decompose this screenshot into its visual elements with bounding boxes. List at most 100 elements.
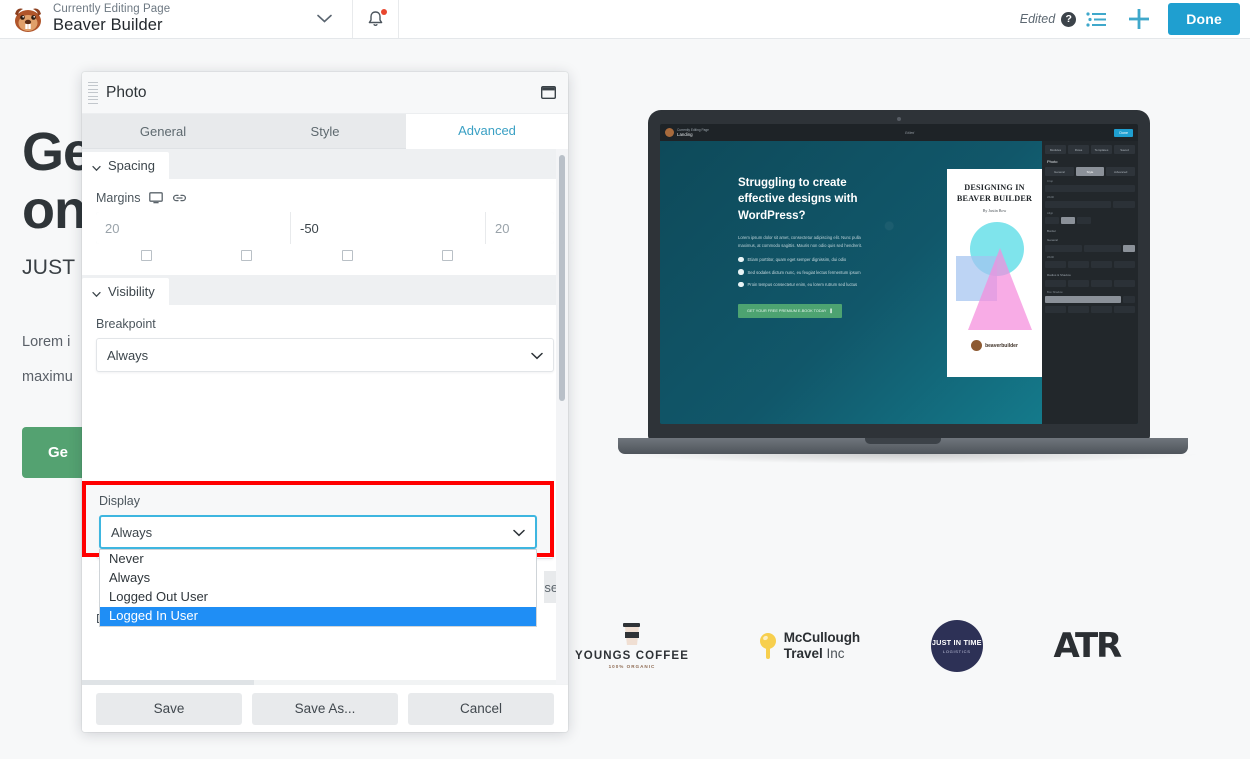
- laptop-shadow: [618, 454, 1203, 464]
- visibility-section-body: Breakpoint Always: [82, 305, 568, 386]
- outline-list-icon[interactable]: [1076, 0, 1118, 39]
- breakpoint-label: Breakpoint: [96, 317, 156, 331]
- display-option-never[interactable]: Never: [100, 550, 536, 569]
- display-option-logged-in-user[interactable]: Logged In User: [100, 607, 536, 627]
- mockup-panel-tabs: General Style Advanced: [1045, 167, 1136, 176]
- responsive-device-icon[interactable]: [149, 192, 164, 204]
- drag-handle-icon[interactable]: [88, 81, 98, 104]
- save-as-button[interactable]: Save As...: [252, 692, 398, 725]
- mockup-tab-general[interactable]: General: [1045, 167, 1074, 176]
- mockup-field-label: Width: [1047, 255, 1055, 259]
- done-button[interactable]: Done: [1168, 3, 1240, 35]
- mockup-shadow-swatch[interactable]: [1123, 296, 1135, 303]
- laptop-camera-icon: [897, 117, 901, 121]
- responsive-toggle-right-icon[interactable]: [241, 250, 253, 261]
- section-label: Spacing: [108, 158, 155, 173]
- mockup-field-row: [1045, 280, 1135, 287]
- admin-bar-brand[interactable]: Currently Editing Page Beaver Builder: [0, 0, 353, 38]
- mockup-nav-modules[interactable]: Modules: [1045, 145, 1066, 154]
- mockup-unit[interactable]: [1113, 201, 1135, 208]
- mockup-cta-button[interactable]: GET YOUR FREE PREMIUM E-BOOK TODAY ▌: [738, 304, 843, 319]
- mockup-input[interactable]: [1091, 306, 1112, 313]
- mockup-bullet-text: Sed sodales dictum nunc, eu feugiat lect…: [747, 269, 861, 275]
- ebook-brand-text: beaverbuilder: [985, 342, 1018, 349]
- tab-style[interactable]: Style: [244, 114, 406, 148]
- responsive-toggle-top-icon[interactable]: [140, 250, 152, 261]
- mockup-align-right[interactable]: [1077, 217, 1091, 224]
- mockup-nav-templates[interactable]: Templates: [1091, 145, 1112, 154]
- display-option-logged-out-user[interactable]: Logged Out User: [100, 588, 536, 607]
- ebook-author: By Justin Bow: [982, 208, 1007, 213]
- panel-title: Photo: [106, 83, 147, 101]
- mockup-field-row: [1045, 217, 1135, 224]
- mockup-input[interactable]: [1091, 280, 1112, 287]
- mockup-color-swatch[interactable]: [1123, 245, 1135, 252]
- panel-tabs: General Style Advanced: [82, 114, 568, 149]
- notifications-button[interactable]: [353, 0, 399, 38]
- mockup-input[interactable]: [1045, 261, 1066, 268]
- mockup-done-button[interactable]: Done: [1114, 128, 1133, 137]
- section-tab-spacing[interactable]: Spacing: [82, 152, 169, 179]
- mockup-nav-saved[interactable]: Saved: [1114, 145, 1135, 154]
- section-header-spacing[interactable]: Spacing: [82, 149, 568, 179]
- margin-bottom-input[interactable]: [486, 212, 554, 244]
- save-button[interactable]: Save: [96, 692, 242, 725]
- beaver-brand-icon: [971, 340, 983, 351]
- mockup-nav-rows[interactable]: Rows: [1068, 145, 1089, 154]
- margin-top-input[interactable]: [96, 212, 291, 244]
- mockup-color-select[interactable]: [1084, 245, 1121, 252]
- tab-advanced[interactable]: Advanced: [406, 114, 568, 149]
- link-values-icon[interactable]: [172, 192, 187, 204]
- mockup-field-row: [1045, 245, 1135, 252]
- mockup-input[interactable]: [1068, 280, 1089, 287]
- mockup-cta-label: GET YOUR FREE PREMIUM E-BOOK TODAY: [747, 309, 827, 314]
- mockup-input[interactable]: [1068, 261, 1089, 268]
- mockup-field-label: Width: [1047, 195, 1055, 199]
- add-icon[interactable]: [1118, 0, 1160, 39]
- pin-window-icon[interactable]: [538, 83, 558, 103]
- mockup-shadow-bar[interactable]: [1045, 296, 1121, 303]
- chevron-down-icon[interactable]: [317, 10, 332, 28]
- mockup-input[interactable]: [1114, 306, 1135, 313]
- tab-general[interactable]: General: [82, 114, 244, 148]
- admin-bar: Currently Editing Page Beaver Builder Ed…: [0, 0, 1250, 39]
- chevron-down-icon: [513, 525, 525, 540]
- logo-line-1: JUST IN TIME: [931, 638, 982, 647]
- mockup-tab-advanced[interactable]: Advanced: [1106, 167, 1136, 176]
- horizontal-scrollbar[interactable]: [82, 680, 568, 685]
- editing-page-label: Currently Editing Page: [53, 3, 171, 16]
- mockup-beaver-logo-icon: [665, 128, 674, 137]
- check-icon: [738, 269, 744, 275]
- mockup-bullet-text: Proin tempus consectetur enim, eu lorem …: [747, 282, 858, 288]
- mockup-input[interactable]: [1045, 201, 1111, 208]
- chevron-down-icon: [531, 348, 543, 363]
- mockup-align-center[interactable]: [1061, 217, 1075, 224]
- admin-bar-actions: Edited ? Done: [1020, 0, 1250, 38]
- mockup-input[interactable]: [1114, 280, 1135, 287]
- mockup-input[interactable]: [1068, 306, 1089, 313]
- mockup-input[interactable]: [1045, 306, 1066, 313]
- help-icon[interactable]: ?: [1061, 11, 1077, 27]
- mockup-align-left[interactable]: [1045, 217, 1059, 224]
- mockup-input[interactable]: [1091, 261, 1112, 268]
- mockup-input[interactable]: [1045, 280, 1066, 287]
- beaver-logo-icon: [9, 4, 47, 34]
- section-header-visibility[interactable]: Visibility: [82, 275, 568, 305]
- responsive-toggle-left-icon[interactable]: [442, 250, 454, 261]
- breakpoint-select[interactable]: Always: [96, 338, 554, 372]
- logo-line-2-bold: Travel: [783, 646, 827, 661]
- margin-right-input[interactable]: [291, 212, 486, 244]
- section-tab-visibility[interactable]: Visibility: [82, 278, 169, 305]
- panel-scrollbar-thumb[interactable]: [559, 155, 565, 401]
- responsive-toggle-bottom-icon[interactable]: [341, 250, 353, 261]
- cancel-button[interactable]: Cancel: [408, 692, 554, 725]
- display-option-always[interactable]: Always: [100, 569, 536, 588]
- logo-name: YOUNGS COFFEE: [575, 650, 689, 662]
- notification-badge-dot: [381, 9, 387, 15]
- logo-tagline: 100% ORGANIC: [608, 664, 656, 669]
- mockup-style-select[interactable]: [1045, 245, 1082, 252]
- display-select[interactable]: Always: [99, 515, 537, 549]
- mockup-tab-style[interactable]: Style: [1075, 167, 1105, 176]
- mockup-input[interactable]: [1045, 185, 1135, 192]
- mockup-input[interactable]: [1114, 261, 1135, 268]
